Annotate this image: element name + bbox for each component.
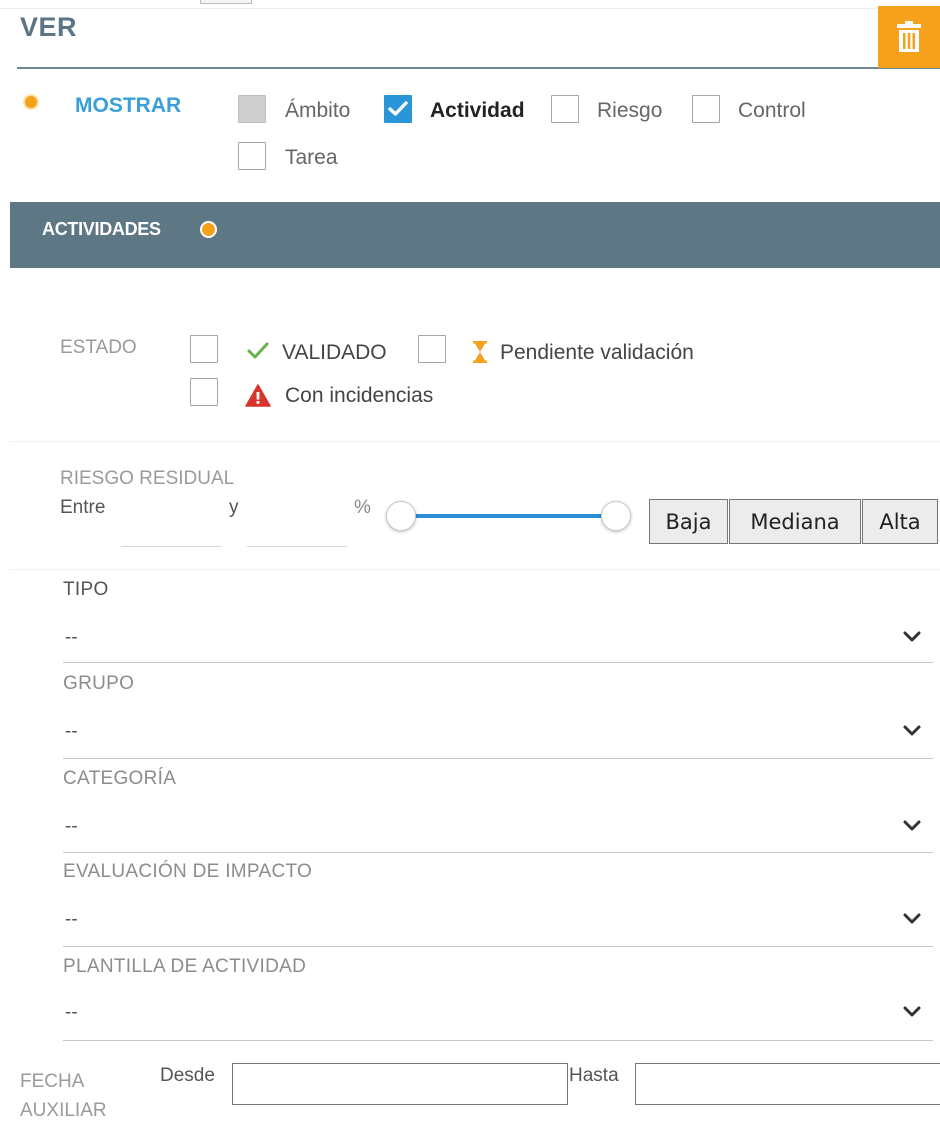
entre-label: Entre [60,497,106,518]
actividad-checkbox[interactable] [384,95,412,123]
fecha-auxiliar-label: FECHA AUXILIAR [20,1067,107,1125]
estado-separator [10,441,940,442]
riesgo-checkbox[interactable] [551,95,579,123]
plantilla-actividad-value: -- [65,1002,78,1023]
y-label: y [229,497,239,518]
desde-label: Desde [160,1065,215,1086]
ver-underline [17,67,940,69]
delete-button[interactable] [878,6,940,68]
incidencias-label: Con incidencias [285,384,434,407]
baja-button[interactable]: Baja [649,499,728,544]
tarea-label: Tarea [285,146,338,169]
chevron-down-icon [903,1006,921,1017]
chevron-down-icon [903,913,921,924]
chevron-down-icon [903,725,921,736]
tipo-select[interactable] [63,617,933,663]
categoria-label: CATEGORÍA [63,768,177,789]
chevron-down-icon [903,820,921,831]
trash-icon [897,21,921,52]
ambito-label: Ámbito [285,99,351,122]
riesgo-slider-track[interactable] [400,514,616,518]
riesgo-max-underline [247,546,347,547]
evaluacion-impacto-underline [63,946,933,947]
riesgo-label: Riesgo [597,99,663,122]
alta-button[interactable]: Alta [862,499,938,544]
ambito-checkbox[interactable] [238,95,266,123]
control-label: Control [738,99,806,122]
desde-date-input[interactable] [232,1063,568,1105]
validado-checkbox[interactable] [190,335,218,363]
plantilla-actividad-label: PLANTILLA DE ACTIVIDAD [63,956,307,977]
plantilla-actividad-underline [63,1040,933,1041]
warning-icon [245,384,271,407]
tipo-value: -- [65,627,78,648]
hasta-label: Hasta [569,1065,619,1086]
control-checkbox[interactable] [692,95,720,123]
mostrar-label: MOSTRAR [75,94,182,117]
check-green-icon [247,342,269,359]
incidencias-checkbox[interactable] [190,378,218,406]
mostrar-indicator-dot [25,96,37,108]
ver-title: VER [20,12,78,42]
riesgo-min-input[interactable] [121,510,221,547]
riesgo-max-input[interactable] [247,510,347,547]
hasta-date-input[interactable] [635,1063,940,1105]
mediana-button[interactable]: Mediana [729,499,861,544]
riesgo-separator [10,569,940,570]
grupo-label: GRUPO [63,673,135,694]
fecha-label-line1: FECHA [20,1071,85,1092]
chevron-down-icon [903,631,921,642]
categoria-select[interactable] [63,806,933,852]
riesgo-residual-label: RIESGO RESIDUAL [60,468,235,489]
hourglass-icon [473,341,487,363]
riesgo-min-underline [121,546,221,547]
evaluacion-impacto-select[interactable] [63,899,933,945]
estado-label: ESTADO [60,337,137,358]
pendiente-label: Pendiente validación [500,341,694,364]
categoria-underline [63,852,933,853]
grupo-value: -- [65,721,78,742]
actividad-label: Actividad [430,99,525,122]
validado-label: VALIDADO [282,341,387,364]
tipo-underline [63,662,933,663]
checkmark-icon [388,101,408,116]
fecha-label-line2: AUXILIAR [20,1100,107,1121]
evaluacion-impacto-value: -- [65,909,78,930]
actividades-indicator-dot [202,223,215,236]
actividades-title: ACTIVIDADES [42,219,161,239]
grupo-underline [63,758,933,759]
grupo-select[interactable] [63,711,933,757]
percent-label: % [354,497,371,518]
top-tab-edge [200,0,252,4]
riesgo-slider-max-handle[interactable] [601,501,631,531]
top-divider [0,8,940,9]
pendiente-checkbox[interactable] [418,335,446,363]
plantilla-actividad-select[interactable] [63,994,933,1040]
evaluacion-impacto-label: EVALUACIÓN DE IMPACTO [63,861,313,882]
tarea-checkbox[interactable] [238,142,266,170]
categoria-value: -- [65,816,78,837]
riesgo-slider-min-handle[interactable] [386,501,416,531]
tipo-label: TIPO [63,579,109,600]
